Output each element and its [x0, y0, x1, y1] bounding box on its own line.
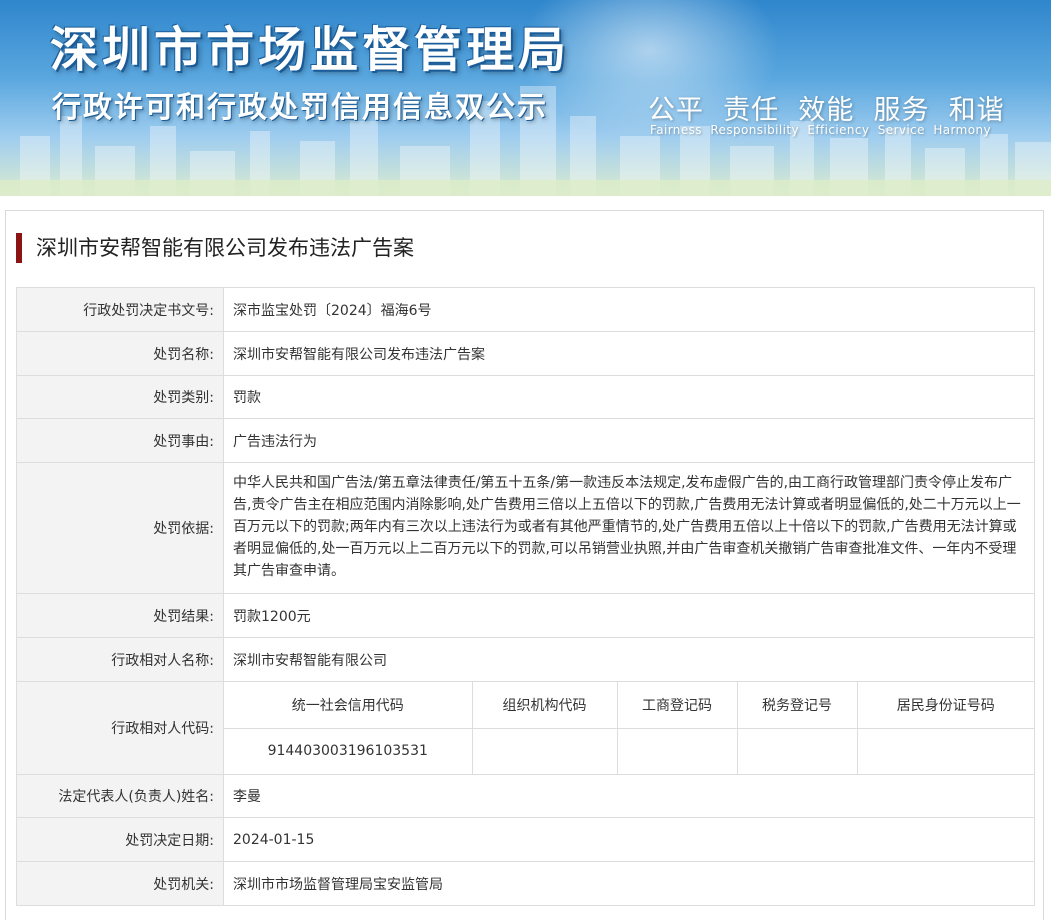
- row-label: 行政相对人名称:: [16, 637, 224, 682]
- row-label: 处罚类别:: [16, 375, 224, 419]
- tax-code-value: [737, 728, 858, 774]
- penalty-result-value: 罚款1200元: [223, 593, 1035, 638]
- org-code-value: [472, 728, 618, 774]
- penalty-authority-value: 深圳市市场监督管理局宝安监管局: [223, 861, 1035, 906]
- table-row: 处罚机关: 深圳市市场监督管理局宝安监管局: [16, 861, 1035, 906]
- row-label: 行政相对人代码:: [16, 681, 224, 775]
- table-row: 行政相对人代码: 统一社会信用代码 组织机构代码 工商登记码 税务登记号 居民身…: [16, 681, 1035, 775]
- table-row: 法定代表人(负责人)姓名: 李曼: [16, 774, 1035, 818]
- code-header-id: 居民身份证号码: [857, 682, 1034, 729]
- penalty-basis-value: 中华人民共和国广告法/第五章法律责任/第五十五条/第一款违反本法规定,发布虚假广…: [223, 462, 1035, 594]
- party-codes-table: 统一社会信用代码 组织机构代码 工商登记码 税务登记号 居民身份证号码 9144…: [224, 682, 1034, 774]
- case-title: 深圳市安帮智能有限公司发布违法广告案: [16, 233, 414, 263]
- business-code-value: [617, 728, 738, 774]
- legal-rep-value: 李曼: [223, 774, 1035, 818]
- row-label: 处罚机关:: [16, 861, 224, 906]
- code-header-tax: 税务登记号: [737, 682, 858, 729]
- site-subtitle: 行政许可和行政处罚信用信息双公示: [52, 90, 549, 124]
- penalty-type-value: 罚款: [223, 375, 1035, 419]
- credit-code-value: 914403003196103531: [224, 728, 473, 774]
- code-header-business: 工商登记码: [617, 682, 738, 729]
- case-detail-panel: 深圳市安帮智能有限公司发布违法广告案 行政处罚决定书文号: 深市监宝处罚〔202…: [5, 210, 1044, 920]
- party-name-value: 深圳市安帮智能有限公司: [223, 637, 1035, 682]
- table-row: 行政处罚决定书文号: 深市监宝处罚〔2024〕福海6号: [16, 287, 1035, 332]
- party-codes-cell: 统一社会信用代码 组织机构代码 工商登记码 税务登记号 居民身份证号码 9144…: [223, 681, 1035, 775]
- id-number-value: [857, 728, 1034, 774]
- row-label: 处罚依据:: [16, 462, 224, 594]
- table-row: 处罚依据: 中华人民共和国广告法/第五章法律责任/第五十五条/第一款违反本法规定…: [16, 462, 1035, 594]
- site-motto-english: Fairness Responsibility Efficiency Servi…: [650, 123, 992, 137]
- row-label: 行政处罚决定书文号:: [16, 287, 224, 332]
- penalty-name-value: 深圳市安帮智能有限公司发布违法广告案: [223, 331, 1035, 376]
- header-banner: 深圳市市场监督管理局 行政许可和行政处罚信用信息双公示 公平 责任 效能 服务 …: [0, 0, 1051, 196]
- code-header-org: 组织机构代码: [472, 682, 618, 729]
- table-row: 处罚名称: 深圳市安帮智能有限公司发布违法广告案: [16, 331, 1035, 376]
- table-row: 处罚事由: 广告违法行为: [16, 418, 1035, 463]
- site-motto: 公平 责任 效能 服务 和谐: [648, 95, 1005, 126]
- row-label: 处罚名称:: [16, 331, 224, 376]
- site-title: 深圳市市场监督管理局: [50, 22, 571, 78]
- table-row: 行政相对人名称: 深圳市安帮智能有限公司: [16, 637, 1035, 682]
- table-row: 处罚结果: 罚款1200元: [16, 593, 1035, 638]
- table-row: 处罚决定日期: 2024-01-15: [16, 817, 1035, 862]
- penalty-reason-value: 广告违法行为: [223, 418, 1035, 463]
- row-label: 处罚结果:: [16, 593, 224, 638]
- code-header-credit: 统一社会信用代码: [224, 682, 473, 729]
- table-row: 处罚类别: 罚款: [16, 375, 1035, 419]
- decision-number-value: 深市监宝处罚〔2024〕福海6号: [223, 287, 1035, 332]
- decision-date-value: 2024-01-15: [223, 817, 1035, 862]
- row-label: 处罚决定日期:: [16, 817, 224, 862]
- row-label: 处罚事由:: [16, 418, 224, 463]
- row-label: 法定代表人(负责人)姓名:: [16, 774, 224, 818]
- case-info-table: 行政处罚决定书文号: 深市监宝处罚〔2024〕福海6号 处罚名称: 深圳市安帮智…: [16, 287, 1035, 906]
